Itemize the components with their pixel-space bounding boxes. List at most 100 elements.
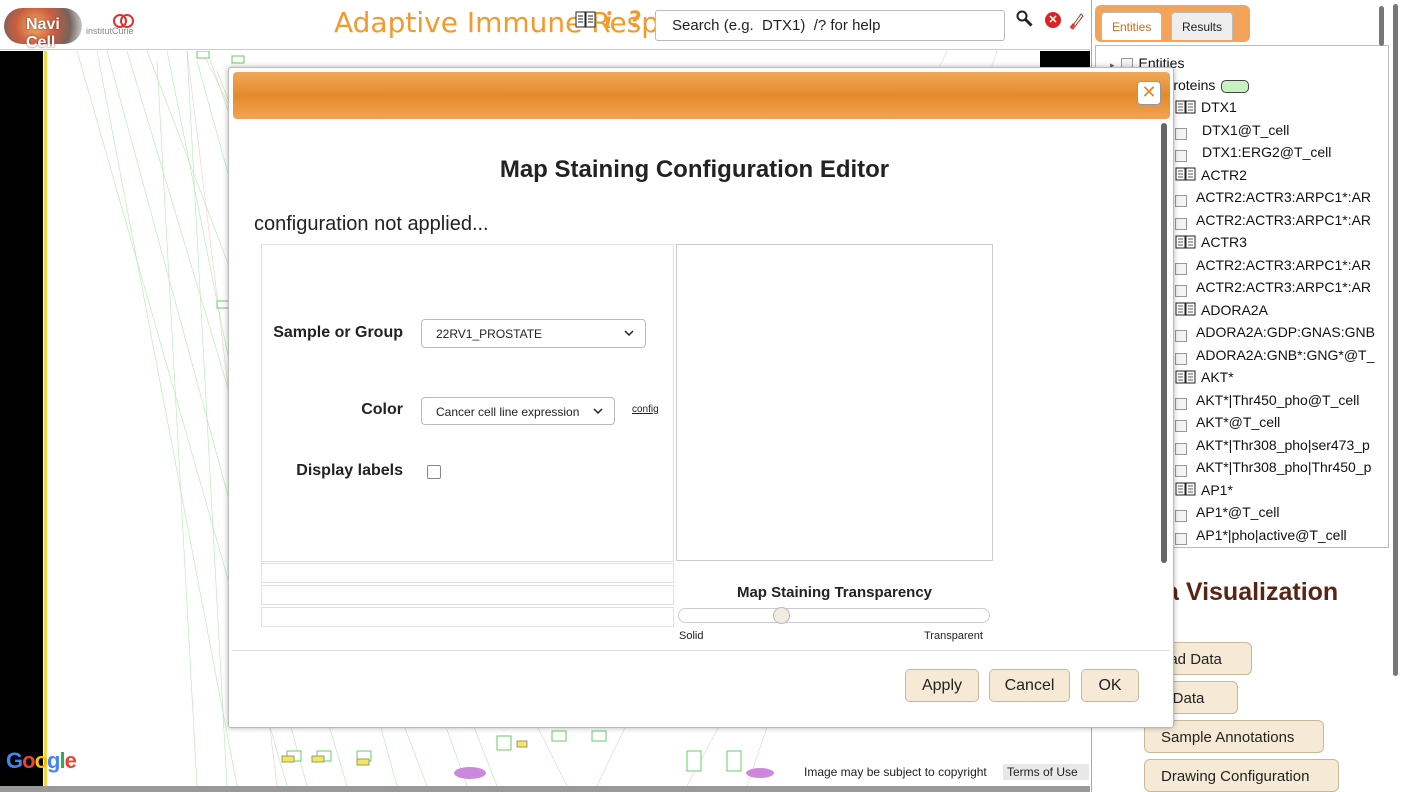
data-visualization-title: a Visualization — [1165, 578, 1339, 606]
apply-button[interactable]: Apply — [905, 669, 979, 702]
search-icon[interactable] — [1016, 10, 1034, 28]
tree-item-entity[interactable]: ACTR2:ACTR3:ARPC1*:AR — [1175, 189, 1372, 208]
navicell-logo[interactable]: Navi Cell institutCurie — [4, 6, 144, 51]
map-copyright: Image may be subject to copyright — [801, 764, 990, 780]
checkbox[interactable] — [1175, 352, 1187, 365]
entity-tabs: Entities Results — [1095, 5, 1250, 42]
checkbox[interactable] — [1175, 217, 1187, 230]
clear-icon[interactable]: ✕ — [1045, 12, 1061, 28]
tree-item-entity[interactable]: DTX1:ERG2@T_cell — [1175, 144, 1332, 163]
form-row — [261, 607, 674, 627]
checkbox[interactable] — [1175, 262, 1187, 275]
tree-item-entity[interactable]: AP1*@T_cell — [1175, 504, 1279, 523]
tree-item-entity[interactable]: AKT*|Thr308_pho|ser473_p — [1175, 437, 1370, 455]
drawing-configuration-button[interactable]: Drawing Configuration — [1144, 759, 1339, 792]
book-icon[interactable] — [1175, 482, 1197, 499]
logo-text: Navi Cell — [26, 16, 60, 51]
close-icon[interactable]: ✕ — [1137, 81, 1161, 105]
checkbox[interactable] — [1175, 150, 1187, 163]
sample-select-value: 22RV1_PROSTATE — [436, 327, 543, 341]
tree-item-entity[interactable]: ADORA2A:GDP:GNAS:GNB — [1175, 324, 1375, 343]
eraser-icon[interactable] — [1068, 10, 1084, 30]
form-row — [261, 563, 674, 583]
checkbox[interactable] — [1175, 195, 1187, 208]
tree-item-entity[interactable]: AKT*|Thr450_pho@T_cell — [1175, 392, 1359, 410]
book-icon[interactable] — [1175, 167, 1197, 184]
chevron-down-icon — [624, 330, 634, 337]
tree-item-entity[interactable]: AKT*@T_cell — [1175, 414, 1281, 433]
tree-scrollbar[interactable] — [1379, 6, 1384, 46]
color-swatch — [1221, 79, 1250, 93]
tree-item-label: ACTR2:ACTR3:ARPC1*:AR — [1196, 211, 1372, 228]
tree-item-protein[interactable]: ADORA2A — [1175, 302, 1268, 320]
tree-item-label: ADORA2A:GDP:GNAS:GNB — [1196, 324, 1375, 340]
tree-item-label: AKT*|Thr308_pho|ser473_p — [1196, 436, 1370, 453]
tree-item-label: ACTR3 — [1201, 234, 1247, 250]
tree-item-label: ACTR2:ACTR3:ARPC1*:AR — [1196, 189, 1372, 205]
tree-item-entity[interactable]: ACTR2:ACTR3:ARPC1*:AR — [1175, 279, 1371, 298]
config-link[interactable]: config — [632, 404, 659, 415]
tree-item-protein[interactable]: DTX1 — [1175, 99, 1237, 117]
book-icon[interactable] — [1175, 370, 1197, 387]
curie-logo-icon — [113, 14, 134, 28]
checkbox[interactable] — [1175, 465, 1187, 478]
tree-item-protein[interactable]: AP1* — [1175, 482, 1233, 500]
info-icon[interactable]: i — [604, 8, 612, 34]
transparency-title: Map Staining Transparency — [736, 584, 933, 601]
cancel-button[interactable]: Cancel — [989, 669, 1070, 702]
tree-item-protein[interactable]: ACTR2 — [1175, 167, 1247, 185]
tree-item-entity[interactable]: ACTR2:ACTR3:ARPC1*:AR — [1175, 257, 1371, 275]
tree-item-label: DTX1@T_cell — [1202, 121, 1290, 138]
tree-item-protein[interactable]: ACTR3 — [1175, 234, 1247, 252]
checkbox[interactable] — [1175, 420, 1187, 433]
tree-item-label: DTX1 — [1201, 99, 1237, 115]
right-panel-scrollbar[interactable] — [1393, 4, 1398, 676]
dialog-titlebar[interactable] — [233, 72, 1170, 119]
dialog-scrollbar[interactable] — [1161, 123, 1167, 563]
tree-item-protein[interactable]: AKT* — [1175, 369, 1234, 387]
checkbox[interactable] — [1175, 127, 1187, 140]
google-logo: Google — [6, 748, 77, 773]
checkbox[interactable] — [1175, 532, 1187, 545]
tab-results[interactable]: Results — [1171, 12, 1234, 40]
book-icon[interactable] — [1175, 100, 1197, 117]
transparency-slider[interactable] — [678, 608, 990, 623]
preview-area — [676, 244, 993, 561]
slider-handle[interactable] — [772, 607, 790, 624]
sample-label: Sample or Group — [273, 324, 403, 341]
transparent-label: Transparent — [924, 630, 983, 642]
book-icon[interactable] — [575, 11, 597, 29]
tree-group-proteins[interactable]: Proteins — [1164, 77, 1250, 93]
tab-entities[interactable]: Entities — [1101, 12, 1163, 40]
horizontal-scrollbar[interactable] — [0, 786, 1090, 792]
tree-item-entity[interactable]: ACTR2:ACTR3:ARPC1*:AR — [1175, 212, 1371, 230]
display-labels-checkbox[interactable] — [427, 465, 441, 479]
chevron-down-icon — [593, 408, 603, 415]
tree-item-label: AKT*@T_cell — [1196, 414, 1281, 430]
tree-item-label: ACTR2 — [1201, 166, 1247, 183]
tree-item-label: DTX1:ERG2@T_cell — [1202, 144, 1332, 160]
tree-item-label: ADORA2A:GNB*:GNG*@T_ — [1196, 346, 1375, 363]
ok-button[interactable]: OK — [1081, 669, 1139, 702]
help-icon[interactable]: ? — [629, 8, 642, 33]
color-select[interactable]: Cancer cell line expression — [421, 397, 615, 425]
tree-item-entity[interactable]: DTX1@T_cell — [1175, 122, 1289, 140]
tree-item-entity[interactable]: ADORA2A:GNB*:GNG*@T_ — [1175, 347, 1374, 365]
sample-select[interactable]: 22RV1_PROSTATE — [421, 319, 646, 348]
checkbox[interactable] — [1175, 442, 1187, 455]
checkbox[interactable] — [1175, 330, 1187, 343]
display-labels-label: Display labels — [296, 462, 403, 479]
checkbox[interactable] — [1175, 285, 1187, 298]
book-icon[interactable] — [1175, 235, 1197, 252]
tree-item-label: AKT* — [1201, 369, 1234, 385]
tree-item-entity[interactable]: AP1*|pho|active@T_cell — [1175, 527, 1347, 545]
checkbox[interactable] — [1175, 397, 1187, 410]
terms-link[interactable]: Terms of Use — [1003, 764, 1089, 780]
search-input[interactable] — [655, 10, 1005, 41]
form-row — [261, 585, 674, 605]
checkbox[interactable] — [1175, 510, 1187, 523]
tree-item-entity[interactable]: AKT*|Thr308_pho|Thr450_p — [1175, 459, 1371, 478]
top-bar: Navi Cell institutCurie Adaptive Immune … — [0, 0, 1090, 51]
tree-item-label: ADORA2A — [1201, 301, 1268, 318]
book-icon[interactable] — [1175, 302, 1197, 319]
